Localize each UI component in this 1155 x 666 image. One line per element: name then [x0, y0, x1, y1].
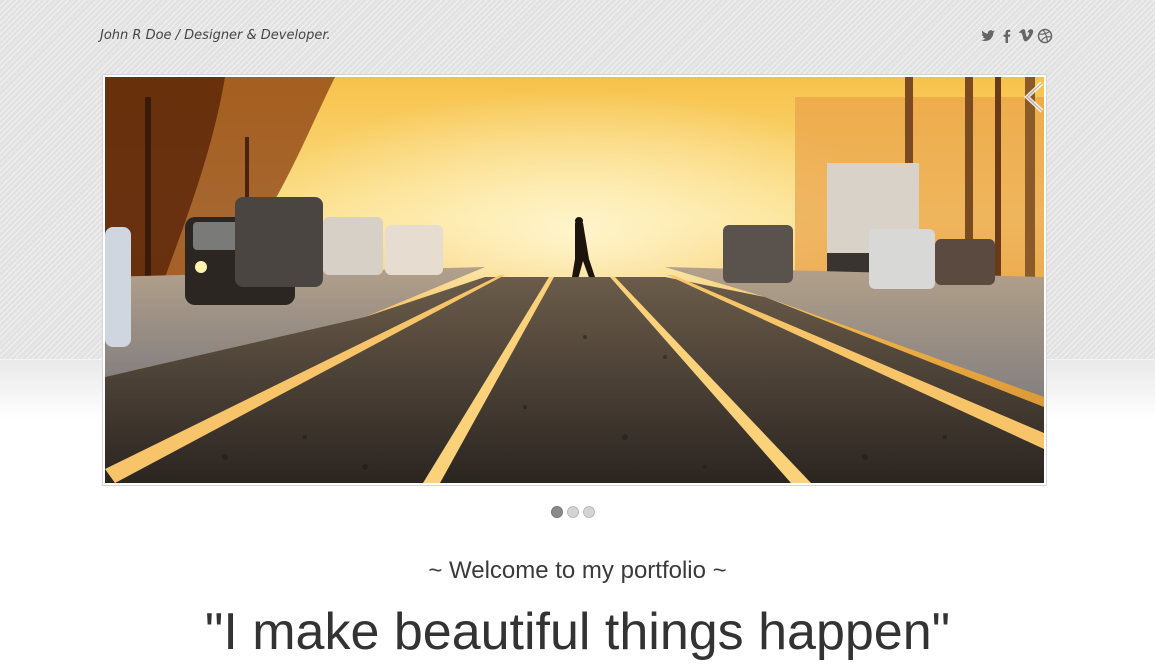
facebook-icon[interactable] [999, 28, 1015, 44]
image-slider[interactable] [102, 74, 1047, 486]
slider-prev-arrow-icon[interactable] [1022, 80, 1046, 114]
slider-pagination [551, 506, 595, 518]
slide-image [105, 77, 1044, 483]
headline: "I make beautiful things happen" [204, 603, 951, 661]
slider-dot-1[interactable] [551, 506, 563, 518]
slider-dot-2[interactable] [567, 506, 579, 518]
vimeo-icon[interactable] [1018, 28, 1034, 44]
dribbble-icon[interactable] [1037, 28, 1053, 44]
welcome-text: ~ Welcome to my portfolio ~ [428, 557, 727, 584]
site-title[interactable]: John R Doe / Designer & Developer. [100, 28, 331, 43]
twitter-icon[interactable] [980, 28, 996, 44]
social-links [980, 28, 1053, 44]
slider-dot-3[interactable] [583, 506, 595, 518]
